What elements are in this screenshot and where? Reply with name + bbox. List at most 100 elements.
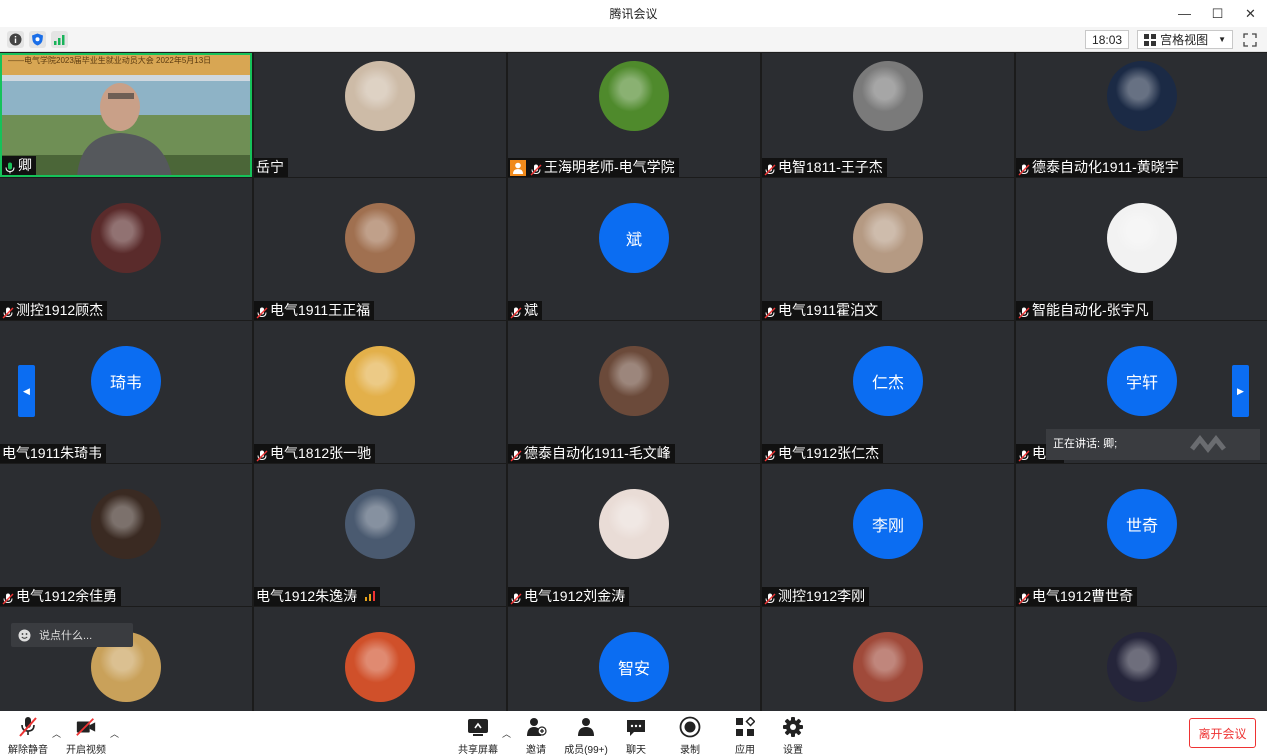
participant-tile[interactable]: 电气1912朱逸涛	[254, 464, 506, 606]
participant-tile[interactable]: ——电气学院2023届毕业生就业动员大会 2022年5月13日卿	[0, 53, 252, 177]
chat-placeholder: 说点什么...	[39, 630, 93, 642]
add-user-icon	[525, 716, 547, 738]
participant-name: 智能自动化-张宇凡	[1032, 302, 1149, 318]
mic-muted-icon	[2, 591, 14, 604]
share-screen-label: 共享屏幕	[458, 745, 498, 756]
participant-name-tag: 电气1912张仁杰	[762, 444, 884, 463]
participant-name: 电气1912余佳勇	[16, 588, 118, 604]
participant-tile[interactable]	[762, 607, 1014, 711]
participant-tile[interactable]: 测控1912顾杰	[0, 178, 252, 320]
participant-tile[interactable]: 电气1911霍泊文	[762, 178, 1014, 320]
settings-label: 设置	[783, 745, 803, 756]
participant-name: 电智1811-王子杰	[778, 159, 883, 175]
mic-muted-icon	[510, 448, 522, 461]
watermark-logo-icon	[1190, 435, 1226, 454]
participant-name: 电气1911王正福	[270, 302, 371, 318]
participant-avatar: 琦韦	[91, 346, 161, 416]
participant-tile[interactable]	[1016, 607, 1267, 711]
participant-avatar	[345, 346, 415, 416]
chat-icon	[625, 716, 647, 738]
mic-muted-icon	[256, 448, 268, 461]
apps-button[interactable]: 应用	[721, 716, 769, 756]
prev-page-button[interactable]: ◀	[18, 365, 35, 417]
participant-avatar: 李刚	[853, 489, 923, 559]
speaking-indicator: 正在讲话: 卿;	[1046, 429, 1260, 460]
leave-meeting-button[interactable]: 离开会议	[1189, 718, 1256, 748]
participant-avatar: 世奇	[1107, 489, 1177, 559]
participant-name-tag: 斌	[508, 301, 542, 320]
participant-tile[interactable]: 电气1912余佳勇	[0, 464, 252, 606]
mic-muted-icon	[1018, 591, 1030, 604]
participant-grid: ——电气学院2023届毕业生就业动员大会 2022年5月13日卿岳宁 王海明老师-…	[0, 53, 1267, 711]
participant-avatar: 宇轩	[1107, 346, 1177, 416]
video-options-caret[interactable]: ︿	[110, 727, 119, 740]
participant-avatar	[853, 203, 923, 273]
participant-avatar	[853, 61, 923, 131]
chat-button[interactable]: 聊天	[612, 716, 660, 756]
participant-tile[interactable]: 德泰自动化1911-黄晓宇	[1016, 53, 1267, 177]
video-banner-text: ——电气学院2023届毕业生就业动员大会 2022年5月13日	[2, 55, 250, 75]
settings-button[interactable]: 设置	[769, 716, 817, 756]
share-options-caret[interactable]: ︿	[502, 727, 511, 740]
participant-tile[interactable]: 世奇 电气1912曹世奇	[1016, 464, 1267, 606]
participant-tile[interactable]: 李刚测控1912李刚	[762, 464, 1014, 606]
participant-avatar	[1107, 632, 1177, 702]
participant-name-tag: 王海明老师-电气学院	[508, 158, 679, 177]
minimize-button[interactable]: —	[1168, 0, 1201, 27]
signal-icon[interactable]	[51, 31, 68, 48]
window-controls: — ☐ ✕	[1168, 0, 1267, 27]
mic-muted-icon	[1018, 305, 1030, 318]
participant-tile[interactable]: 电气1812张一驰	[254, 321, 506, 463]
participant-name-tag: 智能自动化-张宇凡	[1016, 301, 1153, 320]
share-screen-button[interactable]: 共享屏幕	[454, 716, 502, 756]
mic-muted-icon	[1018, 162, 1030, 175]
emoji-icon[interactable]	[18, 629, 31, 642]
mic-muted-icon	[764, 162, 776, 175]
participant-name-tag: 德泰自动化1911-毛文峰	[508, 444, 675, 463]
participant-tile[interactable]	[254, 607, 506, 711]
participant-name-tag: 电气1911霍泊文	[762, 301, 883, 320]
fullscreen-icon[interactable]	[1241, 31, 1259, 49]
title-bar: 腾讯会议 — ☐ ✕	[0, 0, 1267, 27]
chevron-right-icon: ▶	[1237, 385, 1244, 396]
record-button[interactable]: 录制	[666, 716, 714, 756]
participant-tile[interactable]: 琦韦电气1911朱琦韦	[0, 321, 252, 463]
chat-label: 聊天	[626, 745, 646, 756]
mic-muted-icon	[1018, 448, 1030, 461]
participant-name: 德泰自动化1911-毛文峰	[524, 445, 671, 461]
shield-icon[interactable]	[29, 31, 46, 48]
participant-tile[interactable]: 电气1911王正福	[254, 178, 506, 320]
invite-button[interactable]: 邀请	[512, 716, 560, 756]
close-button[interactable]: ✕	[1234, 0, 1267, 27]
participant-tile[interactable]: 王海明老师-电气学院	[508, 53, 760, 177]
speaker-video-figure	[77, 83, 172, 175]
members-icon	[575, 716, 597, 738]
participant-tile[interactable]: 岳宁	[254, 53, 506, 177]
unmute-label: 解除静音	[8, 745, 48, 756]
start-video-button[interactable]: 开启视频	[62, 716, 110, 756]
mic-muted-icon	[764, 591, 776, 604]
participant-name: 电气1912刘金涛	[524, 588, 626, 604]
participant-tile[interactable]: 仁杰 电气1912张仁杰	[762, 321, 1014, 463]
unmute-button[interactable]: 解除静音	[4, 716, 52, 756]
next-page-button[interactable]: ▶	[1232, 365, 1249, 417]
audio-options-caret[interactable]: ︿	[52, 727, 61, 740]
participant-tile[interactable]: 斌斌	[508, 178, 760, 320]
participant-tile[interactable]: 电智1811-王子杰	[762, 53, 1014, 177]
members-button[interactable]: 成员(99+)	[562, 716, 610, 756]
participant-tile[interactable]: 德泰自动化1911-毛文峰	[508, 321, 760, 463]
info-icon[interactable]	[7, 31, 24, 48]
members-label: 成员(99+)	[564, 745, 608, 756]
view-mode-dropdown[interactable]: 宫格视图 ▼	[1137, 30, 1233, 49]
participant-name-tag: 测控1912李刚	[762, 587, 870, 606]
participant-name: 电气1911朱琦韦	[2, 445, 103, 461]
participant-tile[interactable]: 智能自动化-张宇凡	[1016, 178, 1267, 320]
participant-tile[interactable]: 智安	[508, 607, 760, 711]
meeting-clock: 18:03	[1085, 30, 1130, 49]
participant-name-tag: 德泰自动化1911-黄晓宇	[1016, 158, 1183, 177]
maximize-button[interactable]: ☐	[1201, 0, 1234, 27]
control-bar: 解除静音 ︿ 开启视频 ︿ 共享屏幕 ︿ 邀请 成员(99+) 聊天 录制 应用…	[0, 711, 1267, 756]
chevron-down-icon: ▼	[1218, 34, 1226, 44]
chat-quick-input[interactable]: 说点什么...	[11, 623, 133, 647]
participant-tile[interactable]: 电气1912刘金涛	[508, 464, 760, 606]
